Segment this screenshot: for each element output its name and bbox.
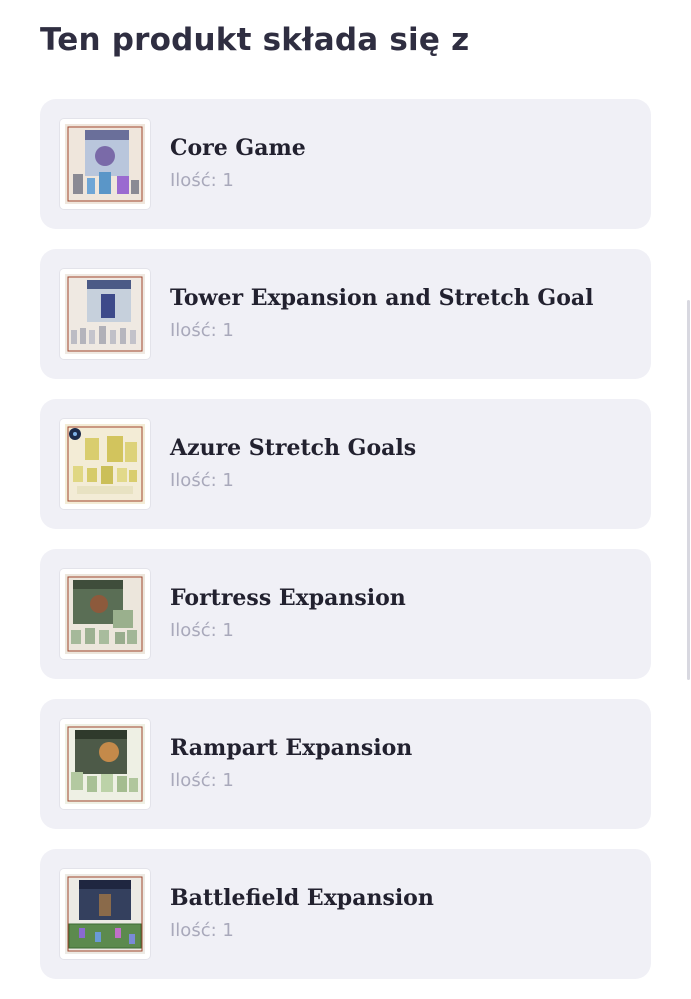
product-quantity: Ilość: 1 xyxy=(170,320,234,341)
product-quantity: Ilość: 1 xyxy=(170,470,234,491)
board-game-box-image xyxy=(65,724,145,804)
product-thumbnail[interactable] xyxy=(60,419,150,509)
miniatures-image xyxy=(65,424,145,504)
product-name[interactable]: Tower Expansion and Stretch Goal xyxy=(170,285,594,311)
product-quantity: Ilość: 1 xyxy=(170,170,234,191)
list-item[interactable]: Rampart Expansion Ilość: 1 xyxy=(40,699,651,829)
product-name[interactable]: Battlefield Expansion xyxy=(170,885,434,911)
board-game-box-image xyxy=(65,274,145,354)
board-game-box-image xyxy=(65,874,145,954)
list-item[interactable]: Tower Expansion and Stretch Goal Ilość: … xyxy=(40,249,651,379)
product-thumbnail[interactable] xyxy=(60,269,150,359)
board-game-box-image xyxy=(65,124,145,204)
product-thumbnail[interactable] xyxy=(60,869,150,959)
product-quantity: Ilość: 1 xyxy=(170,770,234,791)
product-name[interactable]: Azure Stretch Goals xyxy=(170,435,416,461)
scrollbar[interactable] xyxy=(687,300,690,680)
section-title: Ten produkt składa się z xyxy=(40,22,470,58)
list-item[interactable]: Fortress Expansion Ilość: 1 xyxy=(40,549,651,679)
list-item[interactable]: Battlefield Expansion Ilość: 1 xyxy=(40,849,651,979)
list-item[interactable]: Azure Stretch Goals Ilość: 1 xyxy=(40,399,651,529)
product-thumbnail[interactable] xyxy=(60,119,150,209)
product-thumbnail[interactable] xyxy=(60,719,150,809)
product-name[interactable]: Fortress Expansion xyxy=(170,585,406,611)
list-item[interactable]: Core Game Ilość: 1 xyxy=(40,99,651,229)
product-name[interactable]: Core Game xyxy=(170,135,306,161)
product-quantity: Ilość: 1 xyxy=(170,620,234,641)
page: Ten produkt składa się z Core Game Ilość… xyxy=(0,0,691,999)
product-quantity: Ilość: 1 xyxy=(170,920,234,941)
product-list: Core Game Ilość: 1 Tower Expansion and S… xyxy=(40,99,651,999)
board-game-box-image xyxy=(65,574,145,654)
product-thumbnail[interactable] xyxy=(60,569,150,659)
product-name[interactable]: Rampart Expansion xyxy=(170,735,412,761)
